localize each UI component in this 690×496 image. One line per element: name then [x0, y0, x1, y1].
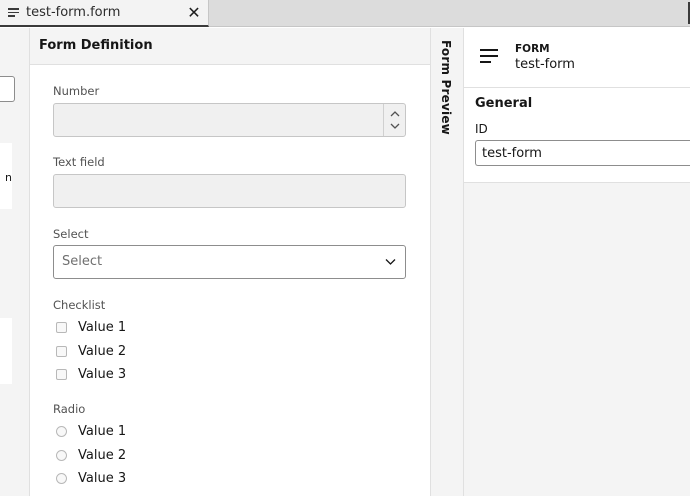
select-dropdown[interactable]: Select [53, 245, 406, 279]
form-icon [480, 49, 498, 65]
radio-option-label: Value 2 [78, 447, 127, 463]
radio-button[interactable] [56, 425, 67, 437]
palette-panel: n [0, 28, 30, 496]
chevron-down-icon[interactable] [390, 123, 400, 130]
form-definition-panel: Form Definition Number Text field Select… [30, 28, 430, 496]
properties-panel: FORM test-form General ID test-form [464, 28, 690, 496]
number-stepper[interactable] [383, 104, 405, 136]
checklist-option-label: Value 2 [78, 343, 127, 359]
editor-tab-bar: test-form.form ✕ [0, 0, 690, 27]
checklist-option[interactable]: Value 2 [56, 342, 126, 360]
text-field-label: Text field [53, 155, 105, 169]
element-name: test-form [515, 57, 575, 72]
checklist-option-label: Value 3 [78, 366, 127, 382]
form-preview-label: Form Preview [439, 40, 453, 135]
text-input[interactable] [53, 174, 406, 208]
checkbox[interactable] [56, 368, 67, 380]
select-field-label: Select [53, 227, 89, 241]
form-canvas[interactable]: Number Text field Select Select Checklis… [30, 65, 430, 496]
radio-option-label: Value 1 [78, 423, 127, 439]
properties-header: FORM test-form [464, 28, 690, 88]
select-placeholder: Select [62, 254, 103, 269]
checklist-option-label: Value 1 [78, 319, 127, 335]
checklist-option[interactable]: Value 3 [56, 365, 126, 383]
group-title[interactable]: General [475, 96, 532, 111]
number-field-label: Number [53, 84, 100, 98]
id-input[interactable]: test-form [475, 140, 690, 166]
radio-label: Radio [53, 402, 86, 416]
radio-option[interactable]: Value 3 [56, 469, 126, 487]
radio-option[interactable]: Value 1 [56, 422, 126, 440]
form-file-icon [8, 8, 19, 18]
radio-option-label: Value 3 [78, 470, 127, 486]
palette-entry-label: n [5, 171, 12, 184]
id-value: test-form [482, 146, 542, 161]
checklist-label: Checklist [53, 298, 106, 312]
radio-option[interactable]: Value 2 [56, 446, 126, 464]
number-input[interactable] [53, 103, 406, 137]
editor-header: Form Definition [30, 28, 430, 65]
chevron-up-icon[interactable] [390, 110, 400, 117]
checklist-option[interactable]: Value 1 [56, 318, 126, 336]
tab-test-form[interactable]: test-form.form ✕ [0, 0, 209, 27]
general-group: General ID test-form [464, 88, 690, 183]
palette-entry[interactable] [0, 318, 12, 384]
id-label: ID [475, 122, 488, 136]
palette-search-input[interactable] [0, 76, 15, 102]
chevron-down-icon [385, 259, 396, 265]
tab-title: test-form.form [26, 5, 121, 20]
radio-button[interactable] [56, 449, 67, 461]
radio-button[interactable] [56, 472, 67, 484]
checkbox[interactable] [56, 321, 67, 333]
close-icon[interactable]: ✕ [185, 3, 203, 23]
element-type: FORM [515, 43, 550, 55]
palette-entry[interactable]: n [0, 143, 12, 209]
editor-title: Form Definition [39, 38, 153, 53]
form-preview-toggle[interactable]: Form Preview [430, 28, 464, 496]
checkbox[interactable] [56, 345, 67, 357]
